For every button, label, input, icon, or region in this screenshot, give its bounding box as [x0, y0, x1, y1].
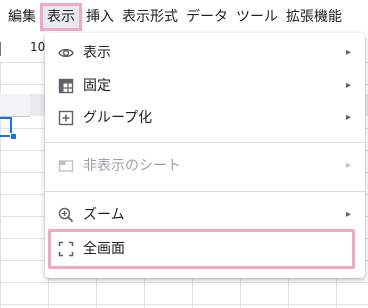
- submenu-arrow-icon: ▸: [345, 80, 351, 91]
- fullscreen-icon: [58, 241, 74, 257]
- select-all-corner[interactable]: [0, 94, 30, 117]
- menu-item-freeze[interactable]: 固定 ▸: [45, 70, 365, 102]
- menu-insert[interactable]: 挿入: [82, 3, 118, 31]
- submenu-arrow-icon: ▸: [345, 47, 351, 58]
- menu-item-label: 固定: [83, 78, 111, 94]
- group-plus-icon: [58, 110, 74, 126]
- menu-edit[interactable]: 編集: [0, 3, 40, 31]
- menu-item-fullscreen[interactable]: 全画面: [48, 229, 355, 269]
- menu-divider: [45, 191, 365, 192]
- menu-item-zoom[interactable]: ズーム ▸: [45, 199, 365, 231]
- view-menu-dropdown: 表示 ▸ 固定 ▸ グループ化 ▸ 非表示のシート ▸ ズーム ▸ 全画面: [45, 33, 365, 278]
- menu-bar: 編集 表示 挿入 表示形式 データ ツール 拡張機能: [0, 0, 368, 34]
- menu-item-group[interactable]: グループ化 ▸: [45, 102, 365, 134]
- fill-handle[interactable]: [10, 133, 17, 140]
- submenu-arrow-icon: ▸: [345, 112, 351, 123]
- eye-icon: [58, 45, 74, 61]
- menu-data[interactable]: データ: [182, 3, 232, 31]
- menu-item-label: 非表示のシート: [83, 158, 181, 174]
- menu-tools[interactable]: ツール: [232, 3, 282, 31]
- menu-item-hidden-sheets: 非表示のシート ▸: [45, 150, 365, 182]
- menu-item-label: グループ化: [83, 110, 153, 126]
- menu-item-label: ズーム: [83, 207, 125, 223]
- menu-extensions[interactable]: 拡張機能: [282, 3, 346, 31]
- menu-item-show[interactable]: 表示 ▸: [45, 37, 365, 69]
- menu-view[interactable]: 表示: [40, 3, 82, 31]
- menu-item-label: 表示: [83, 45, 111, 61]
- zoom-in-icon: [58, 207, 74, 223]
- hidden-sheet-icon: [58, 158, 74, 174]
- menu-item-label: 全画面: [83, 241, 125, 257]
- menu-format[interactable]: 表示形式: [118, 3, 182, 31]
- menu-divider: [45, 142, 365, 143]
- freeze-grid-icon: [58, 78, 74, 94]
- submenu-arrow-icon: ▸: [345, 209, 351, 220]
- submenu-arrow-icon: ▸: [345, 160, 351, 171]
- toolbar-separator: [0, 42, 1, 56]
